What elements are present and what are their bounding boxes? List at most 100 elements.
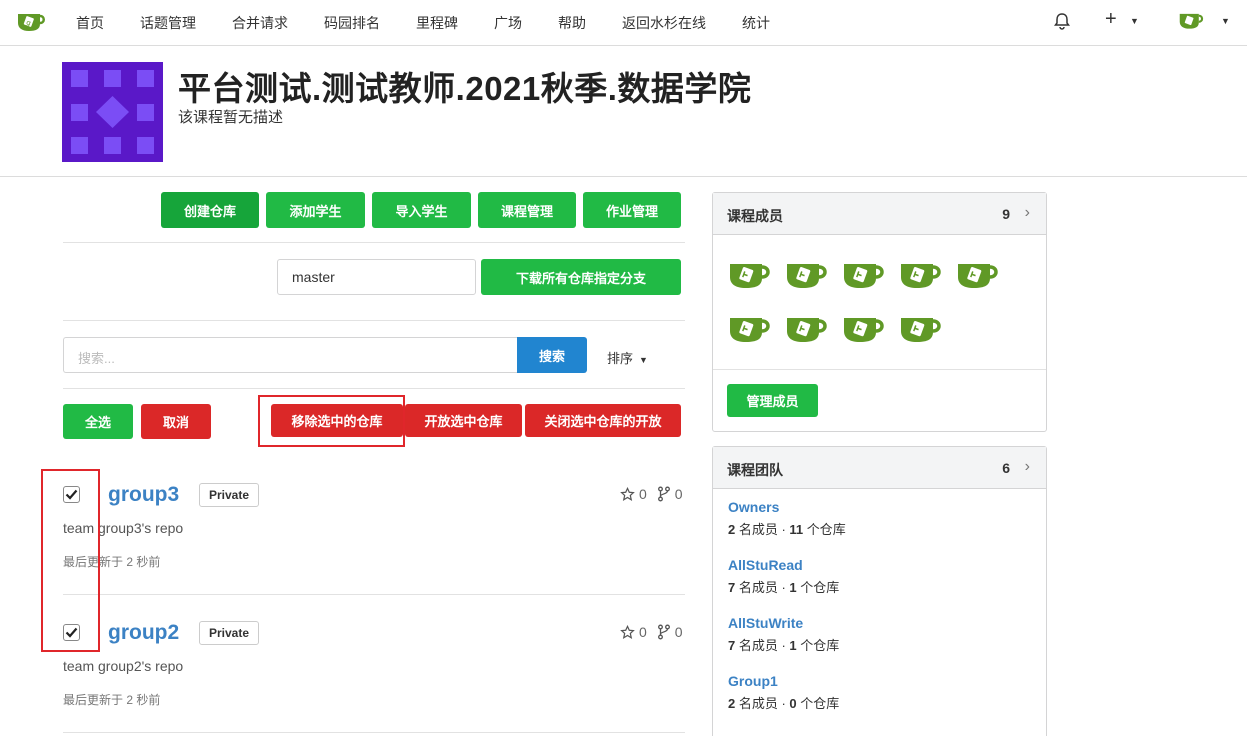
team-member-label: 名成员 · — [735, 696, 790, 711]
divider — [63, 594, 685, 595]
repo-stats: 0 0 — [620, 624, 683, 640]
divider — [63, 320, 685, 321]
select-all-button[interactable]: 全选 — [63, 404, 133, 439]
caret-down-icon: ▼ — [639, 355, 648, 365]
star-count: 0 — [639, 624, 647, 640]
fork-icon — [657, 486, 670, 502]
plus-icon[interactable]: + — [1105, 8, 1117, 31]
nav-statistics[interactable]: 统计 — [742, 13, 770, 33]
divider — [713, 369, 1046, 370]
highlight-box-remove — [258, 395, 405, 447]
branch-input[interactable]: master — [277, 259, 476, 295]
chevron-right-icon: › — [1024, 204, 1030, 221]
member-avatar[interactable] — [727, 310, 773, 344]
team-repo-count: 1 — [789, 638, 797, 653]
team-member-label: 名成员 · — [735, 522, 790, 537]
members-count: 9 — [1002, 206, 1010, 222]
divider — [63, 242, 685, 243]
team-meta: 7 名成员 · 1 个仓库 — [728, 577, 839, 596]
private-badge: Private — [199, 483, 260, 507]
team-repo-count: 11 — [789, 522, 804, 537]
team-name-link[interactable]: Owners — [728, 499, 779, 515]
team-member-label: 名成员 · — [735, 638, 790, 653]
repo-updated-time: 最后更新于 2 秒前 — [63, 693, 161, 707]
member-avatar[interactable] — [898, 256, 944, 290]
member-avatar[interactable] — [841, 310, 887, 344]
nav-pull-requests[interactable]: 合并请求 — [232, 13, 288, 33]
sort-dropdown[interactable]: 排序 ▼ — [607, 348, 648, 367]
create-dropdown-caret-icon[interactable]: ▼ — [1130, 16, 1139, 26]
team-name-link[interactable]: AllStuWrite — [728, 615, 803, 631]
repo-name-link[interactable]: group3 — [108, 483, 179, 507]
members-card: 课程成员 9 › 管理成员 — [712, 192, 1047, 432]
search-input[interactable]: 搜索... — [63, 337, 518, 373]
create-repo-button[interactable]: 创建仓库 — [161, 192, 259, 228]
member-avatar[interactable] — [727, 256, 773, 290]
add-student-button[interactable]: 添加学生 — [266, 192, 365, 228]
course-header: 平台测试.测试教师.2021秋季.数据学院 该课程暂无描述 — [0, 46, 1247, 177]
star-icon — [620, 486, 635, 501]
course-manage-button[interactable]: 课程管理 — [478, 192, 576, 228]
nav-square[interactable]: 广场 — [494, 13, 522, 33]
team-meta: 7 名成员 · 1 个仓库 — [728, 635, 839, 654]
member-avatar[interactable] — [898, 310, 944, 344]
search-button[interactable]: 搜索 — [517, 337, 587, 373]
import-student-button[interactable]: 导入学生 — [372, 192, 471, 228]
nav-milestones[interactable]: 里程碑 — [416, 13, 458, 33]
team-name-link[interactable]: Group1 — [728, 673, 778, 689]
team-repo-label: 个仓库 — [796, 580, 840, 595]
private-badge: Private — [199, 621, 260, 645]
team-repo-count: 1 — [789, 580, 797, 595]
star-count: 0 — [639, 486, 647, 502]
nav-return-online[interactable]: 返回水杉在线 — [622, 13, 706, 33]
download-branch-button[interactable]: 下载所有仓库指定分支 — [481, 259, 681, 295]
teams-count: 6 — [1002, 460, 1010, 476]
manage-members-button[interactable]: 管理成员 — [727, 384, 818, 417]
team-repo-count: 0 — [789, 696, 797, 711]
team-meta: 2 名成员 · 0 个仓库 — [728, 693, 839, 712]
member-avatar[interactable] — [955, 256, 1001, 290]
divider — [63, 388, 685, 389]
nav-topics[interactable]: 话题管理 — [140, 13, 196, 33]
teams-card-header[interactable]: 课程团队 6 › — [713, 447, 1046, 489]
member-avatar[interactable] — [841, 256, 887, 290]
top-navbar: g 首页 话题管理 合并请求 码园排名 里程碑 广场 帮助 返回水杉在线 统计 … — [0, 0, 1247, 46]
team-member-label: 名成员 · — [735, 580, 790, 595]
nav-help[interactable]: 帮助 — [558, 13, 586, 33]
user-dropdown-caret-icon[interactable]: ▼ — [1221, 16, 1230, 26]
divider — [63, 732, 685, 733]
member-avatar[interactable] — [784, 256, 830, 290]
team-repo-label: 个仓库 — [796, 638, 840, 653]
open-selected-button[interactable]: 开放选中仓库 — [405, 404, 522, 437]
team-repo-label: 个仓库 — [796, 696, 840, 711]
fork-count: 0 — [674, 624, 683, 640]
sort-label: 排序 — [607, 351, 634, 366]
fork-icon — [657, 624, 670, 640]
star-icon — [620, 624, 635, 639]
course-title: 平台测试.测试教师.2021秋季.数据学院 — [178, 70, 752, 107]
teams-card-title: 课程团队 — [727, 462, 783, 478]
repo-description: team group2's repo — [63, 658, 184, 674]
fork-count: 0 — [674, 486, 683, 502]
close-selected-button[interactable]: 关闭选中仓库的开放 — [525, 404, 681, 437]
course-description: 该课程暂无描述 — [178, 109, 284, 126]
repo-name-link[interactable]: group2 — [108, 621, 179, 645]
member-avatar[interactable] — [784, 310, 830, 344]
team-name-link[interactable]: AllStuRead — [728, 557, 803, 573]
repo-stats: 0 0 — [620, 486, 683, 502]
chevron-right-icon: › — [1024, 458, 1030, 475]
cancel-button[interactable]: 取消 — [141, 404, 211, 439]
gitea-logo-icon[interactable]: g — [16, 9, 46, 33]
bell-icon[interactable] — [1052, 11, 1072, 31]
nav-ranking[interactable]: 码园排名 — [324, 13, 380, 33]
members-card-title: 课程成员 — [727, 208, 783, 224]
course-avatar — [62, 62, 163, 162]
homework-manage-button[interactable]: 作业管理 — [583, 192, 681, 228]
team-meta: 2 名成员 · 11 个仓库 — [728, 519, 846, 538]
members-card-header[interactable]: 课程成员 9 › — [713, 193, 1046, 235]
highlight-box-checkboxes — [41, 469, 100, 652]
nav-home[interactable]: 首页 — [76, 13, 104, 33]
teams-card: 课程团队 6 › Owners 2 名成员 · 11 个仓库 AllStuRea… — [712, 446, 1047, 736]
team-repo-label: 个仓库 — [803, 522, 846, 537]
user-avatar[interactable] — [1178, 9, 1204, 31]
